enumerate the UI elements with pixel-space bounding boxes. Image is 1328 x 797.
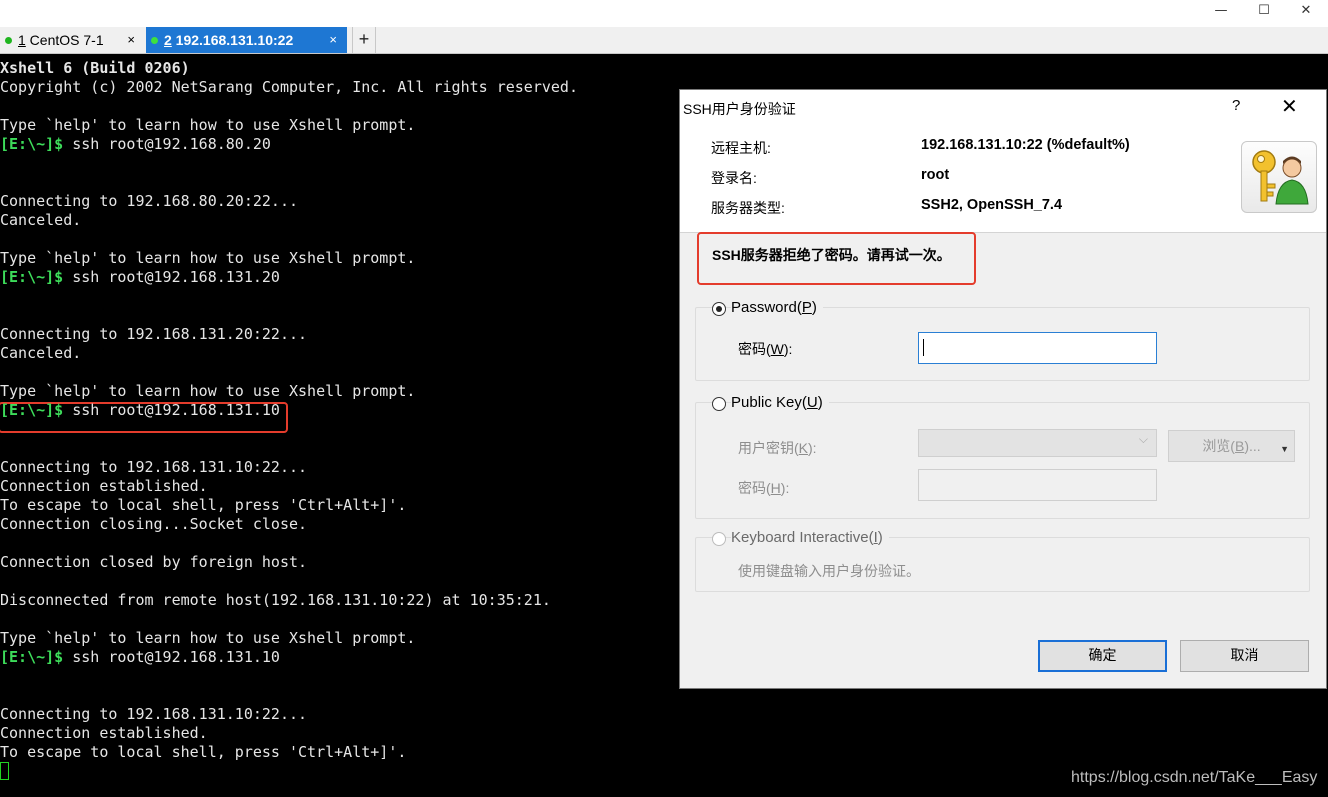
- terminal-command: ssh root@192.168.131.10: [63, 401, 280, 419]
- keyboard-interactive-radio[interactable]: [712, 532, 726, 546]
- terminal-command: ssh root@192.168.131.20: [63, 268, 280, 286]
- terminal-cursor: [0, 762, 9, 780]
- public-key-option-label[interactable]: Public Key(U): [731, 394, 829, 411]
- tab-close-icon[interactable]: ×: [329, 27, 337, 53]
- user-key-label: 用户密钥(K):: [738, 440, 817, 456]
- terminal-prompt: [E:\~]$: [0, 648, 64, 666]
- browse-button[interactable]: 浏览(B)... ▼: [1168, 430, 1295, 462]
- terminal-line: Type `help' to learn how to use Xshell p…: [0, 249, 416, 267]
- terminal-prompt: [E:\~]$: [0, 268, 64, 286]
- terminal-command-line: [E:\~]$ ssh root@192.168.131.10: [0, 648, 280, 667]
- terminal-line: Copyright (c) 2002 NetSarang Computer, I…: [0, 78, 578, 96]
- tab-label: 2 192.168.131.10:22: [164, 32, 294, 48]
- terminal-line: Connecting to 192.168.80.20:22...: [0, 192, 299, 210]
- connected-status-icon: [5, 37, 12, 44]
- public-key-radio[interactable]: [712, 397, 726, 411]
- key-user-icon: [1241, 141, 1317, 213]
- terminal-line: Connection established.: [0, 477, 208, 495]
- terminal-line: Connection established.: [0, 724, 208, 742]
- watermark: https://blog.csdn.net/TaKe___Easy: [1071, 769, 1318, 786]
- terminal-command-line: [E:\~]$ ssh root@192.168.131.20: [0, 268, 280, 287]
- password-field-label: 密码(W):: [738, 341, 793, 357]
- dialog-title: SSH用户身份验证: [683, 101, 796, 117]
- terminal-line: Connecting to 192.168.131.20:22...: [0, 325, 308, 343]
- passphrase-label: 密码(H):: [738, 480, 790, 496]
- password-input[interactable]: [918, 332, 1157, 364]
- terminal-line: Type `help' to learn how to use Xshell p…: [0, 382, 416, 400]
- terminal-line: Disconnected from remote host(192.168.13…: [0, 591, 551, 609]
- host-label: 远程主机:: [711, 140, 771, 156]
- tab-centos-7-1[interactable]: 1 CentOS 7-1 ×: [0, 27, 145, 53]
- session-tab-bar: 1 CentOS 7-1 × 2 192.168.131.10:22 × +: [0, 27, 1328, 54]
- terminal-prompt: [E:\~]$: [0, 135, 64, 153]
- chevron-down-icon: ⌵: [1138, 432, 1148, 446]
- keyboard-interactive-description: 使用键盘输入用户身份验证。: [738, 563, 920, 579]
- user-label: 登录名:: [711, 170, 757, 186]
- dialog-close-button[interactable]: ✕: [1281, 94, 1298, 118]
- password-radio[interactable]: [712, 302, 726, 316]
- close-icon[interactable]: ✕: [1283, 0, 1328, 22]
- user-value: root: [921, 167, 950, 183]
- terminal-line: Xshell 6 (Build 0206): [0, 59, 190, 77]
- terminal-command: ssh root@192.168.131.10: [63, 648, 280, 666]
- connected-status-icon: [151, 37, 158, 44]
- server-type-value: SSH2, OpenSSH_7.4: [921, 197, 1063, 213]
- terminal-command-line: [E:\~]$ ssh root@192.168.131.10: [0, 401, 280, 420]
- terminal-line: To escape to local shell, press 'Ctrl+Al…: [0, 496, 407, 514]
- terminal-line: Connecting to 192.168.131.10:22...: [0, 705, 308, 723]
- tab-close-icon[interactable]: ×: [127, 27, 135, 53]
- terminal-line: Connection closing...Socket close.: [0, 515, 308, 533]
- text-caret: [923, 339, 924, 356]
- host-value: 192.168.131.10:22 (%default%): [921, 137, 1130, 153]
- error-message: SSH服务器拒绝了密码。请再试一次。: [712, 247, 951, 263]
- terminal-command: ssh root@192.168.80.20: [63, 135, 271, 153]
- ssh-auth-dialog: SSH用户身份验证 ? ✕ 远程主机: 192.168.131.10:22 (%…: [679, 89, 1327, 689]
- terminal-line: Type `help' to learn how to use Xshell p…: [0, 629, 416, 647]
- passphrase-input[interactable]: [918, 469, 1157, 501]
- new-tab-button[interactable]: +: [352, 27, 376, 53]
- terminal-line: Connecting to 192.168.131.10:22...: [0, 458, 308, 476]
- cancel-button[interactable]: 取消: [1180, 640, 1309, 672]
- keyboard-interactive-option-label[interactable]: Keyboard Interactive(I): [731, 529, 889, 546]
- server-type-label: 服务器类型:: [711, 200, 785, 216]
- terminal-prompt: [E:\~]$: [0, 401, 64, 419]
- user-key-select[interactable]: ⌵: [918, 429, 1157, 457]
- minimize-icon[interactable]: —: [1198, 0, 1244, 22]
- terminal-line: Connection closed by foreign host.: [0, 553, 308, 571]
- terminal-line: To escape to local shell, press 'Ctrl+Al…: [0, 743, 407, 761]
- terminal-line: Canceled.: [0, 211, 82, 229]
- dropdown-arrow-icon: ▼: [1280, 444, 1289, 454]
- terminal-line: Type `help' to learn how to use Xshell p…: [0, 116, 416, 134]
- help-button[interactable]: ?: [1232, 97, 1240, 114]
- ok-button[interactable]: 确定: [1038, 640, 1167, 672]
- terminal-line: Canceled.: [0, 344, 82, 362]
- window-titlebar: — ☐ ✕: [0, 0, 1328, 27]
- tab-192-168-131-10[interactable]: 2 192.168.131.10:22 ×: [146, 27, 347, 53]
- password-option-label[interactable]: Password(P): [731, 299, 823, 316]
- tab-label: 1 CentOS 7-1: [18, 32, 104, 48]
- maximize-icon[interactable]: ☐: [1241, 0, 1287, 22]
- terminal-command-line: [E:\~]$ ssh root@192.168.80.20: [0, 135, 271, 154]
